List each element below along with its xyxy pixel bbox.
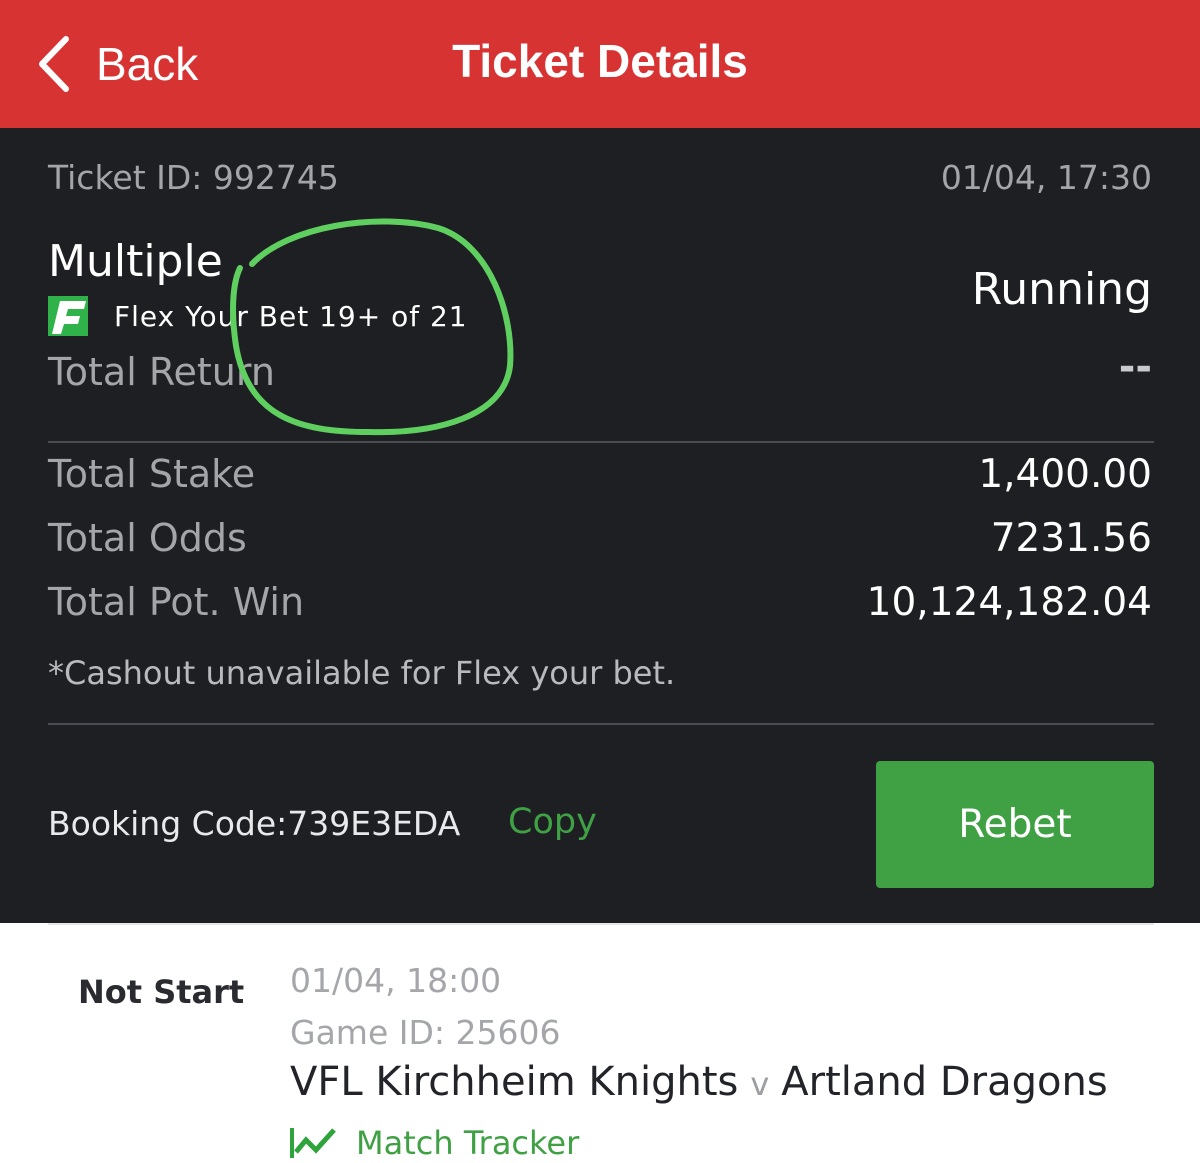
flex-f-logo-icon (48, 296, 88, 336)
total-stake-value: 1,400.00 (978, 452, 1152, 497)
cashout-note: *Cashout unavailable for Flex your bet. (48, 654, 676, 692)
versus-label: v (750, 1065, 770, 1103)
total-pot-win-value: 10,124,182.04 (866, 580, 1152, 625)
total-return-label: Total Return (48, 350, 275, 394)
ticket-datetime: 01/04, 17:30 (940, 158, 1152, 197)
total-stake-label: Total Stake (48, 452, 256, 496)
away-team: Artland Dragons (781, 1059, 1108, 1105)
app-header: Back Ticket Details (0, 0, 1200, 128)
page-title: Ticket Details (452, 35, 748, 87)
total-return-value: -- (1118, 344, 1152, 390)
total-odds-value: 7231.56 (990, 516, 1152, 561)
copy-button[interactable]: Copy (508, 802, 597, 842)
match-tracker-icon (290, 1128, 336, 1158)
divider (48, 723, 1154, 725)
home-team: VFL Kirchheim Knights (290, 1059, 739, 1105)
total-odds-label: Total Odds (48, 516, 247, 560)
flex-bet-label: Flex Your Bet 19+ of 21 (114, 299, 468, 333)
flex-bet-row: Flex Your Bet 19+ of 21 (48, 296, 468, 336)
ticket-id: Ticket ID: 992745 (48, 158, 339, 197)
match-tracker-link[interactable]: Match Tracker (290, 1123, 579, 1163)
rebet-button[interactable]: Rebet (876, 761, 1154, 888)
match-teams: VFL Kirchheim Knights v Artland Dragons (290, 1059, 1108, 1105)
ticket-status: Running (971, 264, 1152, 315)
total-pot-win-label: Total Pot. Win (48, 580, 305, 624)
divider (48, 923, 1154, 925)
divider (48, 441, 1154, 443)
booking-code: Booking Code:739E3EDA (48, 804, 461, 843)
match-game-id: Game ID: 25606 (290, 1013, 561, 1052)
ticket-summary-panel: Ticket ID: 992745 01/04, 17:30 Multiple … (0, 128, 1200, 923)
bet-type: Multiple (48, 236, 223, 287)
match-list: Not Start 01/04, 18:00 Game ID: 25606 VF… (0, 923, 1200, 1162)
match-status: Not Start (78, 973, 245, 1011)
match-datetime: 01/04, 18:00 (290, 961, 502, 1000)
match-tracker-label: Match Tracker (356, 1124, 580, 1162)
